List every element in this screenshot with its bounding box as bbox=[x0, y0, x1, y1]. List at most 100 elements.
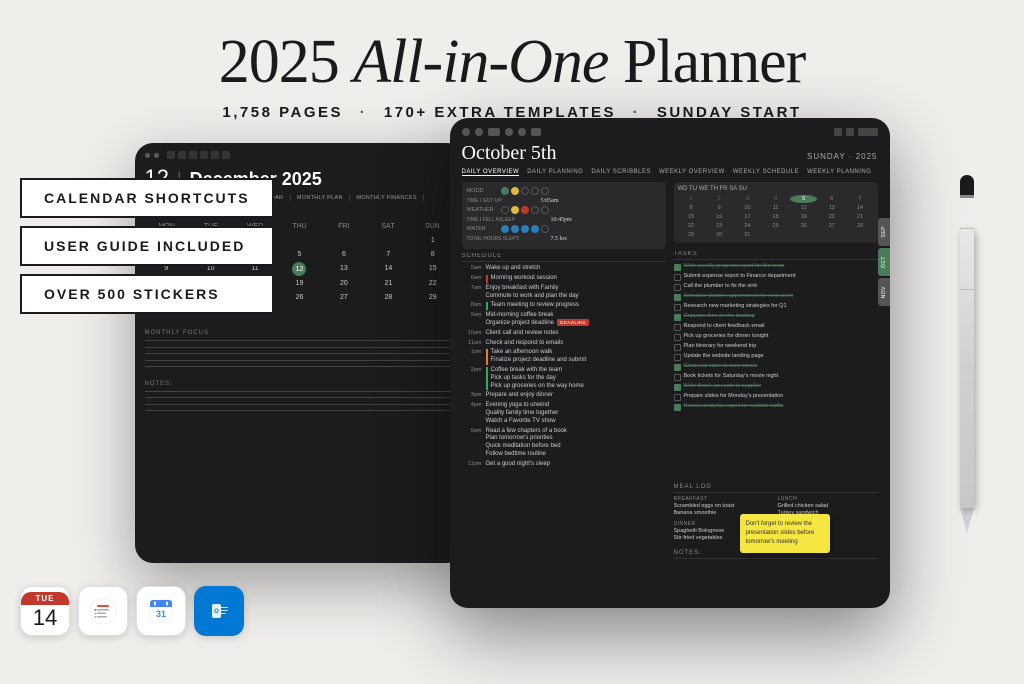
reminders-app-icon[interactable] bbox=[78, 586, 128, 636]
hours-slept-value: 7.5 hrs bbox=[551, 236, 567, 242]
water-dot-2[interactable] bbox=[511, 225, 519, 233]
right-tablet-date: October 5th bbox=[462, 142, 557, 165]
task-check-13[interactable] bbox=[674, 384, 681, 391]
weather-dot-5[interactable] bbox=[541, 206, 549, 214]
cal-day-26[interactable]: 21 bbox=[367, 277, 410, 290]
cal-day-27[interactable]: 22 bbox=[411, 277, 454, 290]
task-check-15[interactable] bbox=[674, 404, 681, 411]
task-check-9[interactable] bbox=[674, 344, 681, 351]
cal-day-24[interactable]: 19 bbox=[278, 277, 321, 290]
mini-calendar: WD TU WE TH FR SA SU 1234 5 67 891011121… bbox=[674, 182, 878, 243]
task-check-4[interactable] bbox=[674, 294, 681, 301]
cal-header-thu: THU bbox=[277, 221, 321, 232]
mood-dot-5[interactable] bbox=[541, 187, 549, 195]
task-check-10[interactable] bbox=[674, 354, 681, 361]
task-check-12[interactable] bbox=[674, 374, 681, 381]
cal-day-18[interactable]: 13 bbox=[322, 262, 365, 276]
task-check-7[interactable] bbox=[674, 324, 681, 331]
tab-daily-planning[interactable]: DAILY PLANNING bbox=[527, 169, 583, 176]
mood-dot-3[interactable] bbox=[521, 187, 529, 195]
tab-daily-overview[interactable]: DAILY OVERVIEW bbox=[462, 169, 520, 176]
task-check-2[interactable] bbox=[674, 274, 681, 281]
pencil-body bbox=[960, 228, 974, 508]
cal-day-34[interactable]: 29 bbox=[411, 291, 454, 304]
cal-day-32[interactable]: 27 bbox=[322, 291, 365, 304]
cal-day-13[interactable]: 7 bbox=[367, 248, 410, 261]
time-got-up-label: TIME I GOT UP: bbox=[467, 198, 537, 204]
tab-weekly-planning[interactable]: WEEKLY PLANNING bbox=[807, 169, 871, 176]
water-dot-4[interactable] bbox=[531, 225, 539, 233]
tab-weekly-overview[interactable]: WEEKLY OVERVIEW bbox=[659, 169, 725, 176]
right-tablet-day-year: SUNDAY · 2025 bbox=[807, 152, 878, 161]
tablet-top-bar bbox=[145, 151, 455, 159]
right-tablet-date-header: October 5th SUNDAY · 2025 bbox=[462, 142, 878, 165]
cal-tab-monthly[interactable]: MONTHLY PLAN bbox=[297, 195, 343, 201]
breakfast-label: BREAKFAST bbox=[674, 496, 774, 502]
task-7: Respond to client feedback email bbox=[674, 323, 878, 331]
mood-dot-4[interactable] bbox=[531, 187, 539, 195]
cal-day-12[interactable]: 6 bbox=[322, 248, 365, 261]
tasks-heading: TASKS bbox=[674, 251, 878, 260]
task-check-5[interactable] bbox=[674, 304, 681, 311]
task-check-6[interactable] bbox=[674, 314, 681, 321]
task-check-8[interactable] bbox=[674, 334, 681, 341]
cal-day-4[interactable] bbox=[278, 234, 321, 247]
outlook-app-icon[interactable]: O bbox=[194, 586, 244, 636]
water-dot-5[interactable] bbox=[541, 225, 549, 233]
cal-day-today[interactable]: 12 bbox=[292, 262, 306, 276]
sched-7am: 7am Enjoy breakfast with FamilyCommute t… bbox=[462, 285, 666, 301]
main-title: 2025 All-in-One Planner bbox=[0, 28, 1024, 96]
cal-day-31[interactable]: 26 bbox=[278, 291, 321, 304]
cal-day-25[interactable]: 20 bbox=[322, 277, 365, 290]
side-tab-sep-label: SEP bbox=[881, 226, 887, 238]
pencil-tip bbox=[960, 508, 974, 533]
task-check-1[interactable] bbox=[674, 264, 681, 271]
task-text-14: Prepare slides for Monday's presentation bbox=[684, 393, 784, 400]
svg-text:O: O bbox=[214, 609, 219, 615]
notes-label: NOTES: bbox=[145, 381, 455, 387]
task-check-14[interactable] bbox=[674, 394, 681, 401]
time-got-up: TIME I GOT UP: 5:05am bbox=[467, 198, 661, 204]
sched-5am: 5am Wake up and stretch bbox=[462, 265, 666, 273]
schedule-heading: SCHEDULE bbox=[462, 253, 666, 262]
water-dot-1[interactable] bbox=[501, 225, 509, 233]
tab-daily-scribbles[interactable]: DAILY SCRIBBLES bbox=[591, 169, 651, 176]
cal-day-7[interactable]: 1 bbox=[411, 234, 454, 247]
cal-day-33[interactable]: 28 bbox=[367, 291, 410, 304]
task-check-11[interactable] bbox=[674, 364, 681, 371]
water-dot-3[interactable] bbox=[521, 225, 529, 233]
title-text-1: 2025 bbox=[219, 28, 354, 96]
task-10: Update the website landing page bbox=[674, 353, 878, 361]
cal-day-label: TUE bbox=[21, 592, 69, 605]
weather-dot-3[interactable] bbox=[521, 206, 529, 214]
google-calendar-icon[interactable]: 31 bbox=[136, 586, 186, 636]
side-tab-oct-label: OCT bbox=[881, 256, 887, 268]
tab-weekly-schedule[interactable]: WEEKLY SCHEDULE bbox=[733, 169, 799, 176]
cal-day-11[interactable]: 5 bbox=[278, 248, 321, 261]
cal-day-20[interactable]: 15 bbox=[411, 262, 454, 276]
weather-dot-1[interactable] bbox=[501, 206, 509, 214]
task-13: Write thank-you note to supplier bbox=[674, 383, 878, 391]
side-tab-oct[interactable]: OCT bbox=[878, 248, 890, 276]
cal-day-6[interactable] bbox=[367, 234, 410, 247]
task-3: Call the plumber to fix the sink bbox=[674, 283, 878, 291]
cal-tab-finances[interactable]: MONTHLY FINANCES bbox=[356, 195, 417, 201]
lunch-label: LUNCH bbox=[778, 496, 878, 502]
cal-day-5[interactable] bbox=[322, 234, 365, 247]
task-6: Organize files on the desktop bbox=[674, 313, 878, 321]
weather-dot-2[interactable] bbox=[511, 206, 519, 214]
side-tab-nov[interactable]: NOV bbox=[878, 278, 890, 306]
cal-day-14[interactable]: 8 bbox=[411, 248, 454, 261]
water-label: WATER bbox=[467, 226, 497, 232]
app-icons-row: TUE 14 31 O bbox=[20, 586, 244, 636]
time-asleep-label: TIME I FELL ASLEEP: bbox=[467, 217, 547, 223]
mood-dot-1[interactable] bbox=[501, 187, 509, 195]
task-12: Book tickets for Saturday's movie night bbox=[674, 373, 878, 381]
task-check-3[interactable] bbox=[674, 284, 681, 291]
mood-dot-2[interactable] bbox=[511, 187, 519, 195]
weather-dot-4[interactable] bbox=[531, 206, 539, 214]
task-text-4: Schedule doctor's appointment for next w… bbox=[684, 293, 794, 300]
cal-day-19[interactable]: 14 bbox=[367, 262, 410, 276]
side-tab-sep[interactable]: SEP bbox=[878, 218, 890, 246]
calendar-app-icon[interactable]: TUE 14 bbox=[20, 586, 70, 636]
